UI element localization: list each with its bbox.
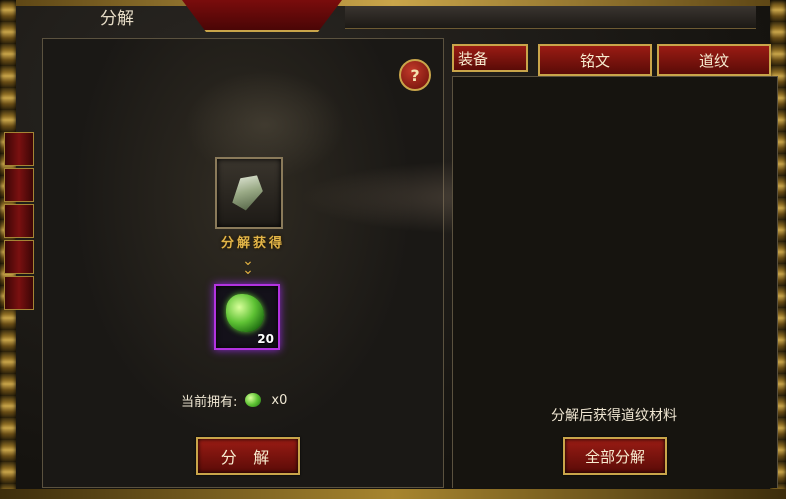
side-tab[interactable] — [4, 168, 34, 202]
bottom-border — [0, 489, 786, 499]
window-frame: 分解 ? 分解获得 ⌄ ⌄ 20 当前拥有: x0 分 解 装备 铭文 道纹 分解… — [0, 0, 786, 499]
owned-value: x0 — [271, 392, 288, 408]
owned-row: 当前拥有: x0 — [181, 390, 287, 410]
double-chevron-down-icon: ⌄ ⌄ — [242, 253, 254, 278]
result-item-slot[interactable]: 20 — [214, 284, 280, 350]
title-curtain-decoration — [182, 0, 342, 32]
green-gem-icon — [226, 294, 264, 332]
item-list-panel — [452, 76, 778, 400]
decompose-hint: 分解后获得道纹材料 — [551, 408, 677, 424]
result-count: 20 — [257, 332, 274, 346]
decompose-button[interactable]: 分 解 — [196, 437, 300, 475]
owned-label: 当前拥有: — [181, 394, 238, 410]
side-tab[interactable] — [4, 204, 34, 238]
tab-pattern[interactable]: 道纹 — [657, 44, 771, 76]
tab-inscription[interactable]: 铭文 — [538, 44, 652, 76]
crystal-icon — [228, 169, 269, 213]
side-tab[interactable] — [4, 276, 34, 310]
green-gem-icon — [245, 393, 262, 407]
side-tab[interactable] — [4, 132, 34, 166]
tab-equipment[interactable]: 装备 — [452, 44, 528, 72]
source-item-slot[interactable] — [215, 157, 283, 229]
window-title: 分解 — [100, 9, 134, 28]
title-strip — [345, 6, 756, 29]
side-tab[interactable] — [4, 240, 34, 274]
help-button[interactable]: ? — [399, 59, 431, 91]
gain-label: 分解获得 — [220, 236, 285, 251]
decompose-all-button[interactable]: 全部分解 — [563, 437, 667, 475]
side-tab-stack — [4, 132, 38, 310]
